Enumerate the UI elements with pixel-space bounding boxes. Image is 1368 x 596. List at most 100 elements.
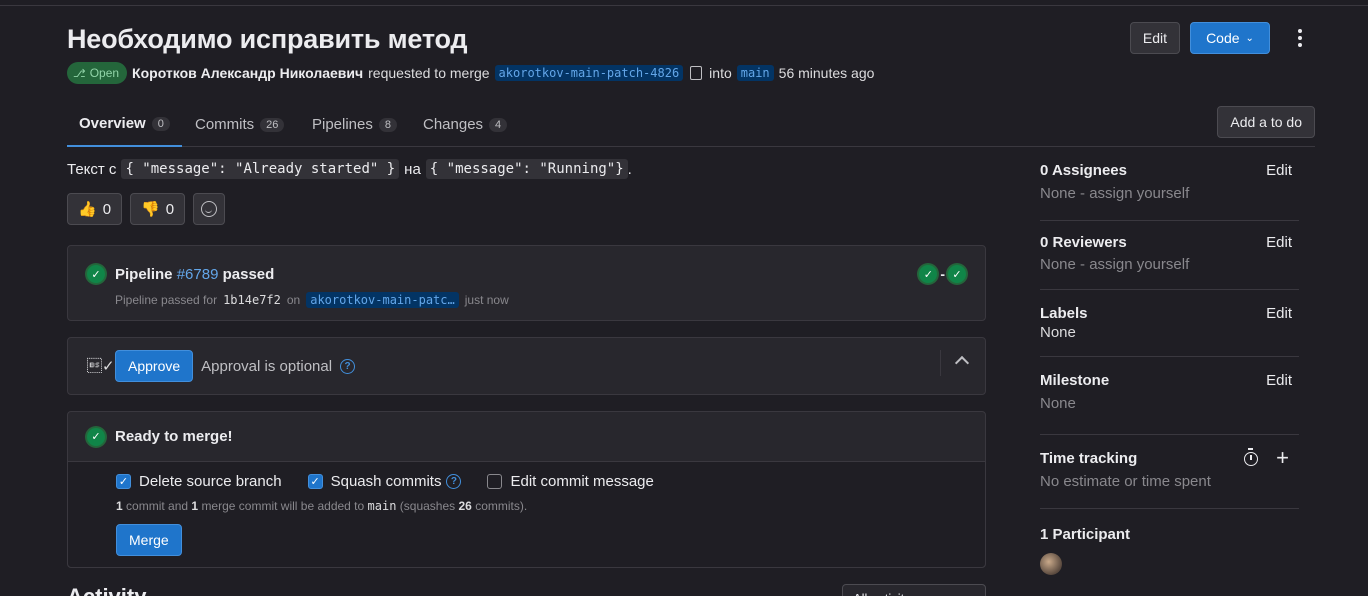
tab-label: Commits xyxy=(195,116,255,133)
description-text: на xyxy=(404,160,421,178)
time-tracking-title: Time tracking xyxy=(1040,450,1138,467)
edit-commit-message-checkbox[interactable] xyxy=(487,474,503,489)
on-text: on xyxy=(286,293,301,307)
labels-title: Labels xyxy=(1040,305,1088,322)
code-button-label: Code xyxy=(1206,30,1240,46)
mr-meta: ⎇ Open Коротков Александр Николаевич req… xyxy=(67,62,874,84)
pipeline-widget: ✓ Pipeline #6789 passed Pipeline passed … xyxy=(67,245,986,321)
source-branch[interactable]: akorotkov-main-patch-4826 xyxy=(494,65,684,81)
reviewers-edit-button[interactable]: Edit xyxy=(1266,234,1292,251)
sidebar-reviewers: 0 Reviewers None - assign yourself Edit xyxy=(1040,234,1299,290)
sidebar-labels: Labels None Edit xyxy=(1040,305,1299,357)
divider xyxy=(940,350,941,376)
mr-tabs: Overview 0 Commits 26 Pipelines 8 Change… xyxy=(67,102,1315,147)
copy-icon[interactable] xyxy=(690,66,703,80)
stage-success-icon[interactable]: ✓ xyxy=(948,265,966,283)
participants-title: 1 Participant xyxy=(1040,526,1131,543)
tab-count: 0 xyxy=(151,116,170,131)
assign-yourself-link[interactable]: None - assign yourself xyxy=(1040,256,1299,273)
tab-count: 4 xyxy=(489,117,508,132)
help-icon[interactable]: ? xyxy=(340,358,356,374)
mr-description: Текст с { "message": "Already started" }… xyxy=(67,159,632,179)
edit-button[interactable]: Edit xyxy=(1129,22,1180,54)
thumbs-down-button[interactable]: 👎 0 xyxy=(130,193,186,225)
chevron-up-icon[interactable] xyxy=(954,355,970,371)
tab-overview[interactable]: Overview 0 xyxy=(67,102,182,147)
avatar[interactable] xyxy=(1040,553,1062,575)
sidebar-milestone: Milestone None Edit xyxy=(1040,372,1299,435)
pipeline-time: just now xyxy=(464,293,509,307)
time-tracking-value: No estimate or time spent xyxy=(1040,473,1211,490)
status-badge-label: Open xyxy=(89,66,120,80)
activity-filter-dropdown[interactable]: All activity xyxy=(842,584,986,596)
approval-widget: ✓ Approve Approval is optional ? xyxy=(67,337,986,395)
sidebar-assignees: 0 Assignees None - assign yourself Edit xyxy=(1040,162,1299,221)
assignees-title: 0 Assignees xyxy=(1040,162,1127,179)
header-actions: Edit Code ⌄ xyxy=(1129,22,1316,54)
labels-value: None xyxy=(1040,324,1076,341)
description-text: Текст с xyxy=(67,160,117,178)
merge-commit-note: 1 commit and 1 merge commit will be adde… xyxy=(116,499,528,513)
merge-request-icon: ⎇ xyxy=(73,67,86,80)
inline-code: { "message": "Running"} xyxy=(425,159,628,179)
description-text: . xyxy=(627,160,632,178)
milestone-edit-button[interactable]: Edit xyxy=(1266,372,1292,389)
page-title: Необходимо исправить метод xyxy=(67,24,468,54)
pipeline-branch[interactable]: akorotkov-main-patc… xyxy=(306,292,459,308)
inline-code: { "message": "Already started" } xyxy=(121,159,400,179)
add-todo-button[interactable]: Add a to do xyxy=(1217,106,1315,138)
stopwatch-icon[interactable] xyxy=(1244,448,1258,471)
author-link[interactable]: Коротков Александр Николаевич xyxy=(132,65,363,81)
tab-label: Overview xyxy=(79,115,146,132)
assignees-edit-button[interactable]: Edit xyxy=(1266,162,1292,179)
pipeline-status: passed xyxy=(222,265,275,283)
help-icon[interactable]: ? xyxy=(446,474,462,489)
success-status-icon[interactable]: ✓ xyxy=(87,265,105,283)
merge-button[interactable]: Merge xyxy=(116,524,182,556)
sidebar-participants: 1 Participant xyxy=(1040,526,1299,586)
code-dropdown-button[interactable]: Code ⌄ xyxy=(1190,22,1270,54)
labels-edit-button[interactable]: Edit xyxy=(1266,305,1292,322)
milestone-title: Milestone xyxy=(1040,372,1110,389)
award-emoji-bar: 👍 0 👎 0 xyxy=(67,193,226,225)
pipeline-label: Pipeline xyxy=(115,265,173,283)
merge-widget: ✓ Ready to merge! ✓ Delete source branch… xyxy=(67,411,986,568)
activity-heading: Activity xyxy=(67,584,146,596)
target-branch[interactable]: main xyxy=(736,65,774,81)
milestone-value: None xyxy=(1040,395,1076,412)
reviewers-title: 0 Reviewers xyxy=(1040,234,1127,251)
squash-label: Squash commits xyxy=(330,473,442,490)
thumbs-up-button[interactable]: 👍 0 xyxy=(67,193,123,225)
stage-connector: - xyxy=(940,266,945,282)
status-badge: ⎇ Open xyxy=(67,62,128,84)
thumbs-down-icon: 👎 xyxy=(141,201,160,218)
delete-source-checkbox[interactable]: ✓ xyxy=(116,474,131,489)
commit-sha-link[interactable]: 1b14e7f2 xyxy=(223,293,281,307)
tab-changes[interactable]: Changes 4 xyxy=(423,102,508,147)
tab-count: 8 xyxy=(378,117,397,132)
smiley-icon xyxy=(201,201,218,217)
tab-label: Pipelines xyxy=(312,116,373,133)
stage-success-icon[interactable]: ✓ xyxy=(919,265,938,283)
approval-optional-text: Approval is optional xyxy=(201,357,333,375)
time-ago: 56 minutes ago xyxy=(778,65,875,81)
edit-commit-message-label: Edit commit message xyxy=(510,473,654,490)
pipeline-stages: ✓ - ✓ xyxy=(919,265,966,283)
tab-label: Changes xyxy=(423,116,484,133)
approve-button[interactable]: Approve xyxy=(115,350,194,382)
pipeline-link[interactable]: #6789 xyxy=(177,266,219,283)
add-reaction-button[interactable] xyxy=(193,193,226,225)
add-time-icon[interactable] xyxy=(1276,450,1289,470)
tab-pipelines[interactable]: Pipelines 8 xyxy=(312,102,397,147)
tab-count: 26 xyxy=(260,117,285,132)
squash-checkbox[interactable]: ✓ xyxy=(307,474,323,489)
assign-yourself-link[interactable]: None - assign yourself xyxy=(1040,185,1299,202)
delete-source-label: Delete source branch xyxy=(139,473,282,490)
thumbs-up-icon: 👍 xyxy=(78,201,97,218)
merge-ready-title: Ready to merge! xyxy=(115,428,233,445)
thumbs-down-count: 0 xyxy=(165,200,175,218)
more-actions-icon[interactable] xyxy=(1284,22,1316,54)
sidebar-time-tracking: Time tracking No estimate or time spent xyxy=(1040,448,1299,509)
tab-commits[interactable]: Commits 26 xyxy=(195,102,285,147)
success-status-icon: ✓ xyxy=(87,427,105,446)
